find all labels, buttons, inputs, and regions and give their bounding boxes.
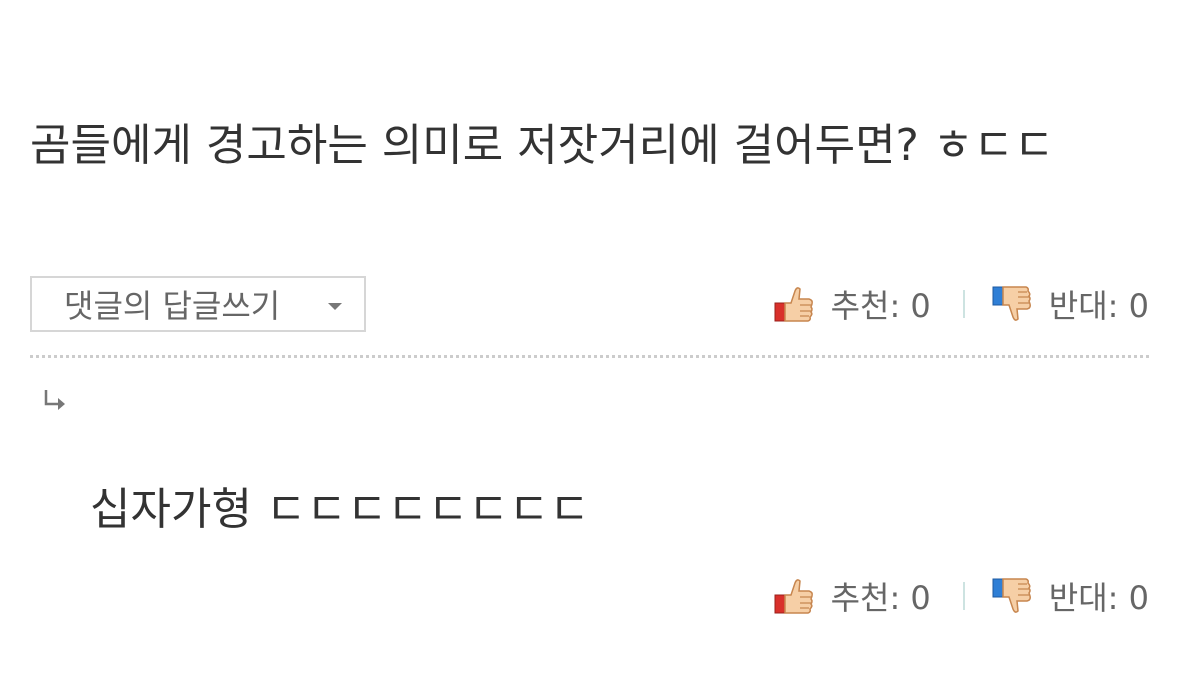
reply-to-comment-dropdown[interactable]: 댓글의 답글쓰기: [30, 276, 366, 332]
reply-vote-bar: 추천: 0 반대: 0: [773, 568, 1149, 624]
vote-separator: [962, 582, 965, 610]
reply-body: 십자가형 ㄷㄷㄷㄷㄷㄷㄷㄷ: [90, 484, 590, 535]
thumbs-up-icon: [774, 579, 813, 614]
dislike-button[interactable]: 반대: 0: [991, 281, 1149, 327]
reply-like-button[interactable]: 추천: 0: [773, 573, 931, 619]
chevron-down-icon: [328, 303, 342, 310]
reply-dislike-count: 반대: 0: [1048, 579, 1149, 617]
reply-like-count: 추천: 0: [830, 579, 931, 617]
reply-dropdown-label: 댓글의 답글쓰기: [64, 287, 281, 325]
comment-divider: [30, 355, 1149, 358]
like-button[interactable]: 추천: 0: [773, 281, 931, 327]
comment-body: 곰들에게 경고하는 의미로 저잣거리에 걸어두면? ㅎㄷㄷ: [30, 120, 1055, 171]
comment-vote-bar: 추천: 0 반대: 0: [773, 276, 1149, 332]
thumbs-down-icon: [992, 578, 1031, 613]
dislike-count: 반대: 0: [1048, 287, 1149, 325]
like-count: 추천: 0: [830, 287, 931, 325]
reply-arrow-icon: [44, 390, 65, 410]
thumbs-down-icon: [992, 286, 1031, 321]
thumbs-up-icon: [774, 287, 813, 322]
reply-dislike-button[interactable]: 반대: 0: [991, 573, 1149, 619]
vote-separator: [962, 290, 965, 318]
